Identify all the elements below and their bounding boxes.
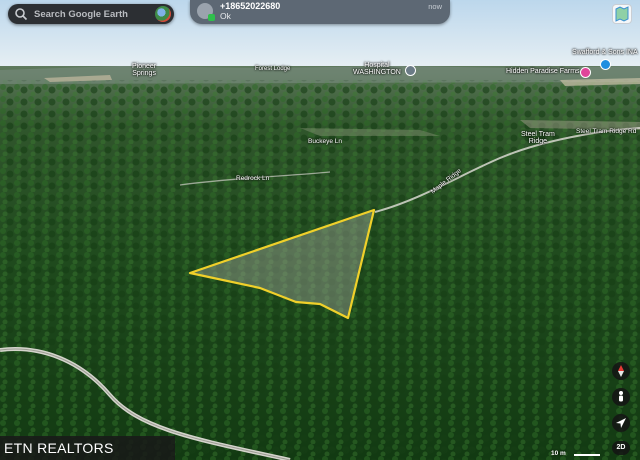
notification-message: Ok [220,11,231,21]
place-label[interactable]: Swafford & Sons INA [572,49,638,56]
search-input[interactable]: Search Google Earth [34,9,128,20]
road-label: Steel Tram Ridge Rd [576,128,637,135]
map-icon [615,6,629,22]
business-pin-icon[interactable] [600,59,611,70]
compass-icon [618,365,624,377]
place-label[interactable]: Steel Tram Ridge [521,131,555,145]
map-style-button[interactable] [612,4,632,24]
search-icon [15,8,28,21]
road-label: Redrock Ln [236,175,270,182]
place-label[interactable]: Forest Lodge [255,66,290,72]
location-arrow-icon [616,418,626,428]
view-mode-toggle[interactable]: 2D [612,441,630,455]
contact-avatar-icon [197,3,215,21]
notification-title: +18652022680 [220,1,281,11]
shop-pin-icon[interactable] [580,67,591,78]
hospital-pin-icon[interactable] [405,65,416,76]
brand-text: ETN REALTORS [4,440,114,456]
watermark-banner: ETN REALTORS [0,436,175,460]
place-label[interactable]: Hospital WASHINGTON [353,62,401,76]
message-notification[interactable]: +18652022680 Ok now [190,0,450,24]
place-label[interactable]: Pioneer Springs [132,63,156,77]
scale-label: 10 m [551,450,566,457]
street-view-button[interactable] [612,388,630,406]
messages-app-icon [208,14,215,21]
earth-avatar-icon[interactable] [155,6,171,22]
my-location-button[interactable] [612,414,630,432]
road-label: Buckeye Ln [308,138,342,145]
compass-button[interactable] [612,362,630,380]
search-bar[interactable]: Search Google Earth [8,4,174,24]
place-label[interactable]: Hidden Paradise Farms [506,68,580,75]
scale-bar [574,454,600,456]
notification-time: now [428,2,442,11]
pegman-icon [619,391,623,402]
